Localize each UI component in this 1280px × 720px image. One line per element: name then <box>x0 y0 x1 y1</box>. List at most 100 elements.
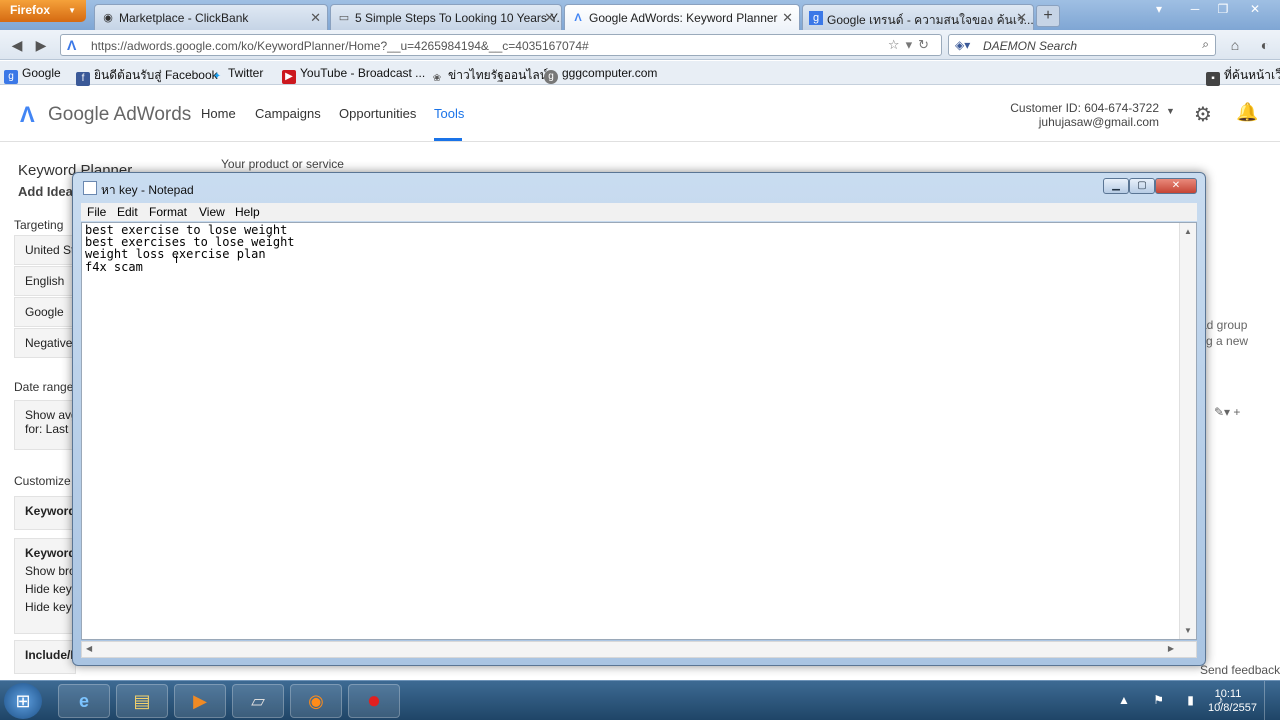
adwords-icon: Λ <box>574 12 582 24</box>
location-targeting[interactable]: United St <box>14 235 76 265</box>
tab-label: Google เทรนด์ - ความสนใจของ ค้นเว... <box>827 13 1034 27</box>
edit-pencil-icon[interactable]: ✎▾ + <box>1214 405 1240 419</box>
tab-5-simple-steps[interactable]: ▭ 5 Simple Steps To Looking 10 Years Y..… <box>330 4 562 30</box>
record-icon[interactable]: ● <box>348 684 400 718</box>
news-icon: ❀ <box>432 73 442 84</box>
menu-edit[interactable]: Edit <box>117 205 138 219</box>
adwords-logo[interactable]: Λ Google AdWords <box>20 102 191 127</box>
menu-help[interactable]: Help <box>235 205 260 219</box>
nav-tools[interactable]: Tools <box>434 106 464 121</box>
notepad-content: best exercise to lose weight best exerci… <box>85 223 295 274</box>
restore-icon[interactable]: ❐ <box>1210 2 1236 16</box>
search-icon[interactable]: ⌕ <box>1202 37 1209 52</box>
keyword-options-title: Keyword <box>25 546 76 560</box>
twitter-icon: ✦ <box>212 71 222 82</box>
clock[interactable]: 10:11 10/8/2557 <box>1208 687 1257 715</box>
active-tab-indicator <box>434 138 462 141</box>
site-identity-icon: Λ <box>67 37 77 53</box>
tab-google-trends[interactable]: g Google เทรนด์ - ความสนใจของ ค้นเว... ✕ <box>802 4 1034 30</box>
bookmark-label: Google <box>22 66 61 80</box>
nav-home[interactable]: Home <box>201 106 236 121</box>
menu-view[interactable]: View <box>199 205 225 219</box>
ad-group-text: ad group <box>1200 318 1248 332</box>
close-tab-icon[interactable]: ✕ <box>310 10 321 26</box>
notepad-menu-bar: File Edit Format View Help <box>81 203 1197 221</box>
close-window-icon[interactable]: ✕ <box>1242 2 1268 16</box>
start-button[interactable]: ⊞ <box>4 683 42 719</box>
close-tab-icon[interactable]: ✕ <box>782 10 793 26</box>
nav-campaigns[interactable]: Campaigns <box>255 106 321 121</box>
vertical-scrollbar[interactable]: ▲ ▼ <box>1179 223 1196 639</box>
internet-explorer-icon[interactable]: e <box>58 684 110 718</box>
bookmark-label: gggcomputer.com <box>562 66 658 80</box>
new-tab-button[interactable]: + <box>1036 5 1060 27</box>
gear-icon[interactable]: ⚙ <box>1194 102 1212 127</box>
account-email: juhujasaw@gmail.com <box>1038 115 1159 129</box>
close-tab-icon[interactable]: ✕ <box>544 10 555 26</box>
firefox-taskbar-icon[interactable]: ◉ <box>290 684 342 718</box>
url-bar[interactable]: Λ https://adwords.google.com/ko/KeywordP… <box>60 34 942 56</box>
bookmark-facebook[interactable]: f ยินดีต้อนรับสู่ Facebook <box>76 66 218 86</box>
tab-adwords-keyword-planner[interactable]: Λ Google AdWords: Keyword Planner ✕ <box>564 4 800 30</box>
bookmark-label: ที่ค้นหน้าเว็บ <box>1224 68 1280 82</box>
minimize-icon[interactable]: ▁ <box>1103 178 1129 194</box>
tab-clickbank[interactable]: ◉ Marketplace - ClickBank ✕ <box>94 4 328 30</box>
keyword-options[interactable]: Keyword Show bro Hide key Hide key <box>14 538 76 634</box>
bookmark-label: Twitter <box>228 66 264 80</box>
negative-keywords[interactable]: Negative <box>14 328 76 358</box>
language-targeting[interactable]: English <box>14 266 76 296</box>
account-info[interactable]: Customer ID: 604-674-3722 juhujasaw@gmai… <box>1010 101 1159 129</box>
media-player-icon[interactable]: ▶ <box>174 684 226 718</box>
bookmark-label: ข่าวไทยรัฐออนไลน์ <box>448 68 548 82</box>
notepad-icon <box>83 181 97 195</box>
close-tab-icon[interactable]: ✕ <box>1016 10 1027 26</box>
navigation-toolbar: ◀ ▶ Λ https://adwords.google.com/ko/Keyw… <box>0 30 1280 60</box>
firefox-menu-button[interactable]: Firefox ▼ <box>0 0 86 22</box>
bookmark-google[interactable]: g Google <box>4 66 61 84</box>
minimize-icon[interactable]: ─ <box>1182 2 1208 16</box>
scroll-down-icon[interactable]: ▼ <box>1184 626 1192 635</box>
keyword-filters[interactable]: Keyword <box>14 496 76 530</box>
bookmark-label: YouTube - Broadcast ... <box>300 66 426 80</box>
tab-list-icon[interactable]: ▾ <box>1146 2 1172 16</box>
notepad-taskbar-icon[interactable]: ▱ <box>232 684 284 718</box>
account-dropdown-icon[interactable]: ▼ <box>1166 106 1175 116</box>
bookmark-twitter[interactable]: ✦ Twitter <box>210 66 264 84</box>
send-feedback-link[interactable]: Send feedback <box>1200 663 1280 677</box>
bookmark-gggcomputer[interactable]: g gggcomputer.com <box>544 66 657 84</box>
bookmark-more[interactable]: ▪ ที่ค้นหน้าเว็บ <box>1206 66 1280 86</box>
scroll-right-icon[interactable]: ▶ <box>1168 644 1174 653</box>
menu-format[interactable]: Format <box>149 205 187 219</box>
search-engine-icon[interactable]: ◈▾ <box>955 38 970 52</box>
product-service-label: Your product or service <box>221 157 344 171</box>
menu-file[interactable]: File <box>87 205 106 219</box>
bookmark-label: ยินดีต้อนรับสู่ Facebook <box>94 68 218 82</box>
bookmark-star-icon[interactable]: ☆▾↻ <box>888 37 935 53</box>
search-field[interactable]: ◈▾ DAEMON Search ⌕ <box>948 34 1216 56</box>
url-text: https://adwords.google.com/ko/KeywordPla… <box>91 39 589 53</box>
page-icon: ▭ <box>338 12 350 24</box>
windows-taskbar: ⊞ e ▤ ▶ ▱ ◉ ● ▲ ⚑ ▮ ♪ 10:11 10/8/2557 <box>0 680 1280 720</box>
notepad-text-area[interactable]: best exercise to lose weight best exerci… <box>81 222 1197 640</box>
nav-opportunities[interactable]: Opportunities <box>339 106 416 121</box>
file-explorer-icon[interactable]: ▤ <box>116 684 168 718</box>
maximize-icon[interactable]: ▢ <box>1129 178 1155 194</box>
addon-icon[interactable]: ◐ <box>1254 35 1276 55</box>
home-icon[interactable]: ⌂ <box>1224 35 1246 55</box>
close-icon[interactable]: ✕ <box>1155 178 1197 194</box>
bookmark-thairath[interactable]: ❀ ข่าวไทยรัฐออนไลน์ <box>430 66 548 86</box>
date-range-selector[interactable]: Show avg for: Last <box>14 400 76 450</box>
notepad-window[interactable]: หา key - Notepad ▁ ▢ ✕ File Edit Format … <box>72 172 1206 666</box>
scroll-up-icon[interactable]: ▲ <box>1184 227 1192 236</box>
customer-id: Customer ID: 604-674-3722 <box>1010 101 1159 115</box>
scroll-left-icon[interactable]: ◀ <box>86 644 92 653</box>
back-arrow-icon[interactable]: ◀ <box>6 35 28 55</box>
bookmark-youtube[interactable]: ▶ YouTube - Broadcast ... <box>282 66 425 84</box>
show-desktop-button[interactable] <box>1264 681 1280 720</box>
notification-bell-icon[interactable]: 🔔 <box>1236 102 1258 123</box>
network-targeting[interactable]: Google <box>14 297 76 327</box>
for-last-text: for: Last <box>25 422 69 436</box>
include-exclude[interactable]: Include/E <box>14 640 76 674</box>
horizontal-scrollbar[interactable]: ◀ ▶ <box>81 641 1197 658</box>
forward-arrow-icon[interactable]: ▶ <box>30 35 52 55</box>
